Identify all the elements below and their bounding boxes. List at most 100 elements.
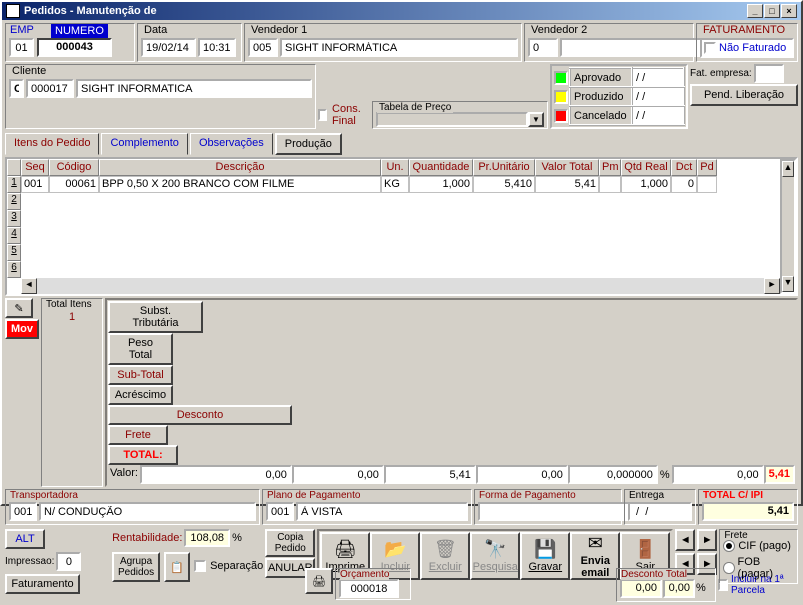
exit-icon: 🚪 (634, 539, 656, 560)
entrega-input[interactable] (628, 502, 692, 521)
total-ipi-label: TOTAL C/ IPI (703, 490, 763, 501)
cliente-label: Cliente (10, 65, 48, 77)
transp-name[interactable] (39, 502, 256, 521)
window-title: Pedidos - Manutenção de (24, 5, 157, 17)
cliente-type[interactable] (9, 79, 24, 98)
app-icon (6, 4, 20, 18)
total-itens-label: Total Itens (46, 299, 92, 310)
row-header-6[interactable]: 6 (7, 261, 21, 278)
fob-radio[interactable]: FOB (pagar) (723, 556, 794, 580)
produzido-label: Produzido (570, 87, 632, 106)
data-input[interactable] (141, 38, 196, 57)
vendedor2-label: Vendedor 2 (529, 24, 589, 36)
close-button[interactable]: × (781, 4, 797, 18)
row-header-5[interactable]: 5 (7, 244, 21, 261)
pend-liberacao-button[interactable]: Pend. Liberação (690, 84, 798, 106)
vendedor1-label: Vendedor 1 (249, 24, 309, 36)
binoculars-icon: 🔭 (484, 539, 506, 560)
forma-label: Forma de Pagamento (479, 490, 576, 501)
emp-input[interactable] (9, 38, 34, 57)
valor-input[interactable] (140, 465, 292, 484)
sub-total-header: Sub-Total (108, 365, 173, 385)
total-ipi-value: 5,41 (702, 502, 794, 521)
total-header: TOTAL: (108, 445, 178, 465)
items-table[interactable]: 1 2 3 4 5 6 Seq Código Descrição Un. Qua… (5, 157, 798, 296)
hora-input[interactable] (198, 38, 236, 57)
minimize-button[interactable]: _ (747, 4, 763, 18)
fat-empresa-input[interactable] (754, 64, 784, 83)
tab-producao[interactable]: Produção (275, 133, 342, 155)
scroll-right[interactable]: ► (764, 278, 780, 294)
orcamento-print-button[interactable]: 🖨 (305, 568, 333, 594)
fat-empresa-label: Fat. empresa: (690, 68, 752, 79)
frete-input[interactable] (672, 465, 764, 484)
desconto-total-label: Desconto Total (621, 569, 687, 580)
vendedor2-code[interactable] (528, 38, 558, 57)
maximize-button[interactable]: □ (764, 4, 780, 18)
email-icon: ✉ (588, 533, 603, 554)
edit-button[interactable]: ✎ (5, 298, 33, 318)
agrupa-button[interactable]: Agrupa Pedidos (112, 552, 160, 582)
copia-button[interactable]: Copia Pedido (265, 529, 315, 557)
nao-faturado-checkbox[interactable] (704, 42, 716, 54)
faturamento-label: FATURAMENTO (701, 24, 787, 36)
table-row[interactable]: 001 00061 BPP 0,50 X 200 BRANCO COM FILM… (21, 176, 780, 193)
agrupa-icon-button[interactable]: 📋 (164, 552, 190, 582)
tabela-preco-label: Tabela de Preço (377, 102, 453, 113)
peso-input[interactable] (292, 465, 384, 484)
cancelado-date[interactable]: / / (632, 106, 684, 125)
cliente-name[interactable] (76, 79, 312, 98)
cif-radio[interactable]: CIF (pago) (723, 540, 794, 552)
faturamento-button[interactable]: Faturamento (5, 574, 80, 594)
mov-button[interactable]: Mov (5, 319, 39, 339)
nav-first[interactable]: ◄ (675, 529, 695, 551)
folder-icon: 📂 (384, 539, 406, 560)
separacao-checkbox[interactable] (194, 560, 206, 572)
aprovado-label: Aprovado (570, 68, 632, 87)
nav-last[interactable]: ► (697, 529, 717, 551)
numero-input[interactable]: 000043 (37, 38, 112, 57)
tab-complemento[interactable]: Complemento (101, 133, 187, 155)
desconto-header: Desconto (108, 405, 292, 425)
produzido-date[interactable]: / / (632, 87, 684, 106)
transp-code[interactable] (9, 502, 37, 521)
orcamento-input[interactable] (339, 579, 399, 598)
peso-total-header: Peso Total (108, 333, 173, 365)
impressao-input[interactable] (56, 552, 81, 571)
row-header-1[interactable]: 1 (7, 176, 21, 193)
alt-button[interactable]: ALT (5, 529, 45, 549)
total-itens-value: 1 (45, 311, 99, 323)
aprovado-date[interactable]: / / (632, 68, 684, 87)
status-red-icon (554, 109, 568, 123)
save-icon: 💾 (534, 539, 556, 560)
cons-final-checkbox[interactable] (318, 109, 327, 121)
vendedor2-name[interactable] (560, 38, 712, 57)
scroll-vertical[interactable]: ▲ ▼ (780, 159, 796, 294)
trash-icon: 🗑 (434, 539, 457, 560)
row-header-2[interactable]: 2 (7, 193, 21, 210)
cancelado-label: Cancelado (570, 106, 632, 125)
plano-name[interactable] (296, 502, 468, 521)
vendedor1-name[interactable] (280, 38, 518, 57)
subtotal-input[interactable] (384, 465, 476, 484)
row-header-3[interactable]: 3 (7, 210, 21, 227)
plano-code[interactable] (266, 502, 294, 521)
subst-trib-header: Subst. Tributária (108, 301, 203, 333)
rentabilidade-value: 108,08 (184, 529, 230, 547)
acrescimo-input[interactable] (476, 465, 568, 484)
desconto-input[interactable] (568, 465, 658, 484)
vendedor1-code[interactable] (248, 38, 278, 57)
cliente-code[interactable] (26, 79, 74, 98)
emp-label: EMP (10, 24, 34, 36)
tabela-preco-dropdown[interactable]: ▼ (528, 112, 544, 127)
total-value: 5,41 (764, 465, 795, 484)
scroll-left[interactable]: ◄ (21, 278, 37, 294)
tab-observacoes[interactable]: Observações (190, 133, 273, 155)
separacao-label: Separação (210, 560, 263, 582)
row-header-4[interactable]: 4 (7, 227, 21, 244)
forma-select[interactable] (478, 502, 630, 521)
cons-final-label: Cons. Final (332, 103, 367, 127)
table-header: Seq Código Descrição Un. Quantidade Pr.U… (21, 159, 780, 176)
tabela-preco-select[interactable] (376, 112, 528, 127)
tab-itens[interactable]: Itens do Pedido (5, 133, 99, 155)
